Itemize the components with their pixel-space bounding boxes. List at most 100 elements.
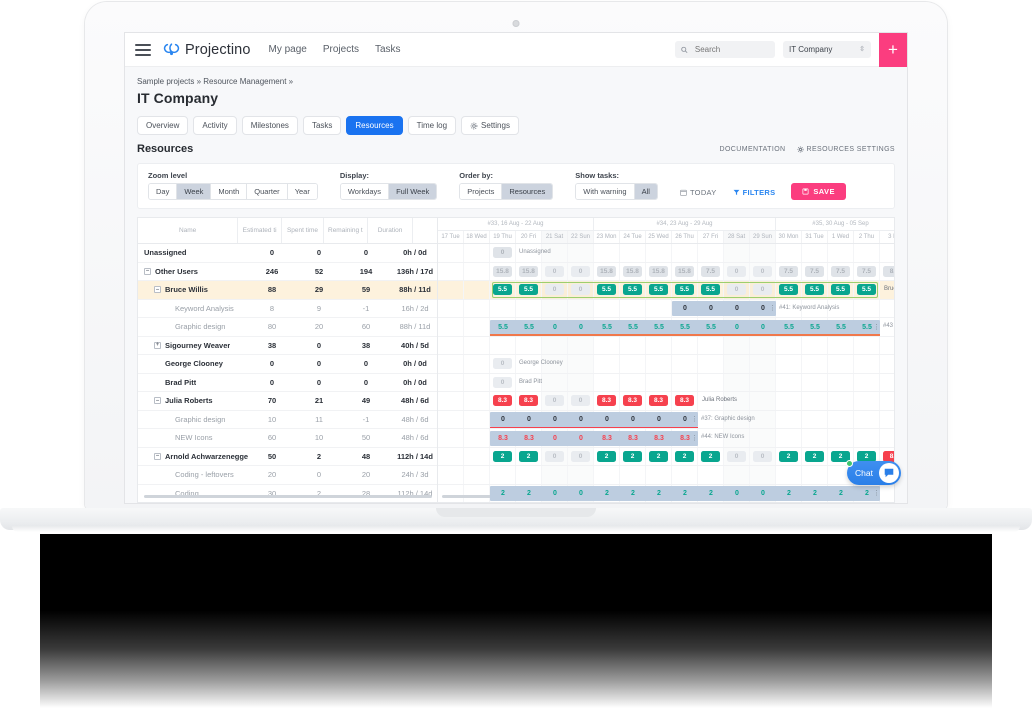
search-input[interactable]: [692, 44, 769, 55]
collapse-toggle-icon[interactable]: –: [144, 267, 151, 275]
gantt-cell[interactable]: [776, 392, 802, 410]
gantt-cell[interactable]: [646, 299, 672, 317]
allocation-badge[interactable]: 15.8: [675, 265, 694, 277]
gantt-cell[interactable]: [802, 244, 828, 262]
tab-activity[interactable]: Activity: [193, 116, 237, 135]
allocation-badge[interactable]: 0: [571, 265, 590, 277]
add-button[interactable]: +: [879, 33, 907, 67]
display-option-workdays[interactable]: Workdays: [340, 184, 390, 199]
gantt-cell[interactable]: [594, 373, 620, 391]
gantt-cell[interactable]: [438, 262, 464, 280]
allocation-badge[interactable]: 0: [753, 450, 772, 462]
company-select[interactable]: IT Company ⇳: [783, 41, 871, 58]
gantt-cell[interactable]: [802, 466, 828, 484]
gantt-cell[interactable]: 0: [750, 447, 776, 465]
allocation-badge[interactable]: 2: [805, 450, 824, 462]
gantt-row[interactable]: 0 Unassigned: [438, 244, 894, 263]
gantt-cell[interactable]: [698, 355, 724, 373]
tab-tasks[interactable]: Tasks: [302, 116, 342, 135]
gantt-cell[interactable]: [672, 336, 698, 354]
gantt-cell[interactable]: [438, 429, 464, 447]
gantt-cell[interactable]: [568, 299, 594, 317]
gantt-cell[interactable]: [698, 244, 724, 262]
gantt-cell[interactable]: [698, 336, 724, 354]
gantt-cell[interactable]: [776, 373, 802, 391]
allocation-badge[interactable]: 5.5: [805, 284, 824, 296]
resources-settings-link[interactable]: RESOURCES SETTINGS: [797, 146, 896, 153]
gantt-cell[interactable]: [672, 466, 698, 484]
documentation-link[interactable]: DOCUMENTATION: [720, 146, 786, 153]
order-option-projects[interactable]: Projects: [460, 184, 503, 199]
gantt-cell[interactable]: [646, 355, 672, 373]
table-row[interactable]: +Sigourney Weaver3803840h / 5d⧉: [138, 337, 456, 355]
gantt-cell[interactable]: 8.3: [620, 392, 646, 410]
gantt-cell[interactable]: [438, 373, 464, 391]
allocation-badge[interactable]: 5.5: [701, 284, 720, 296]
gantt-cell[interactable]: 0: [568, 447, 594, 465]
gantt-cell[interactable]: [594, 355, 620, 373]
gantt-row[interactable]: 0 0 0 0 0 0 0 0 ⋮ #37: Graphic design: [438, 410, 894, 429]
zoom-option-week[interactable]: Week: [177, 184, 212, 199]
gantt-cell[interactable]: 7.5: [776, 262, 802, 280]
gantt-cell[interactable]: [490, 299, 516, 317]
gantt-cell[interactable]: [802, 355, 828, 373]
gantt-cell[interactable]: [620, 299, 646, 317]
allocation-badge[interactable]: 5.5: [675, 284, 694, 296]
gantt-cell[interactable]: 8.3: [672, 392, 698, 410]
gantt-cell[interactable]: 0: [724, 447, 750, 465]
allocation-badge[interactable]: 2: [779, 450, 798, 462]
gantt-cell[interactable]: [880, 355, 894, 373]
gantt-cell[interactable]: 2: [594, 447, 620, 465]
gantt-cell[interactable]: [802, 410, 828, 428]
gantt-cell[interactable]: [438, 244, 464, 262]
gantt-cell[interactable]: [854, 299, 880, 317]
table-row[interactable]: –Julia Roberts70214948h / 6d⧉: [138, 392, 456, 411]
task-bar-resize-handle[interactable]: ⋮: [691, 434, 698, 442]
gantt-cell[interactable]: [828, 429, 854, 447]
allocation-badge[interactable]: 0: [727, 265, 746, 277]
search-box[interactable]: [675, 41, 775, 58]
gantt-row[interactable]: [438, 466, 894, 485]
tab-milestones[interactable]: Milestones: [241, 116, 298, 135]
gantt-cell[interactable]: 15.8: [620, 262, 646, 280]
gantt-cell[interactable]: [542, 299, 568, 317]
allocation-badge[interactable]: 0: [545, 450, 564, 462]
gantt-cell[interactable]: 7.5: [698, 262, 724, 280]
gantt-cell[interactable]: [542, 373, 568, 391]
gantt-cell[interactable]: [750, 429, 776, 447]
gantt-cell[interactable]: [672, 373, 698, 391]
gantt-cell[interactable]: [568, 336, 594, 354]
gantt-cell[interactable]: [828, 373, 854, 391]
gantt-cell[interactable]: 8.3: [646, 392, 672, 410]
gantt-cell[interactable]: [464, 318, 490, 336]
gantt-cell[interactable]: [880, 244, 894, 262]
allocation-badge[interactable]: 15.8: [623, 265, 642, 277]
gantt-cell[interactable]: 0: [724, 262, 750, 280]
allocation-badge[interactable]: 15.8: [493, 265, 512, 277]
gantt-cell[interactable]: [750, 392, 776, 410]
gantt-cell[interactable]: [464, 262, 490, 280]
allocation-badge[interactable]: 7.5: [805, 265, 824, 277]
today-button[interactable]: TODAY: [680, 188, 717, 200]
table-row[interactable]: Coding - leftovers2002024h / 3d⧉＋: [138, 466, 482, 485]
gantt-cell[interactable]: [516, 336, 542, 354]
gantt-cell[interactable]: [880, 374, 894, 392]
allocation-badge[interactable]: 0: [493, 358, 512, 370]
gantt-cell[interactable]: 2: [516, 447, 542, 465]
allocation-badge[interactable]: 0: [493, 247, 512, 259]
gantt-cell[interactable]: [646, 336, 672, 354]
table-row[interactable]: Graphic design1011-148h / 6d⧉＋: [138, 411, 482, 429]
gantt-cell[interactable]: 2: [620, 447, 646, 465]
gantt-cell[interactable]: [594, 336, 620, 354]
gantt-cell[interactable]: [464, 466, 490, 484]
gantt-cell[interactable]: [620, 466, 646, 484]
gantt-cell[interactable]: [776, 244, 802, 262]
gantt-cell[interactable]: [646, 466, 672, 484]
allocation-badge[interactable]: 7.5: [857, 265, 876, 277]
gantt-cell[interactable]: [880, 300, 894, 318]
table-row[interactable]: NEW Icons60105048h / 6d⧉＋: [138, 429, 482, 448]
gantt-cell[interactable]: 0: [568, 392, 594, 410]
gantt-cell[interactable]: [438, 318, 464, 336]
hamburger-icon[interactable]: [135, 43, 151, 56]
gantt-cell[interactable]: [750, 336, 776, 354]
